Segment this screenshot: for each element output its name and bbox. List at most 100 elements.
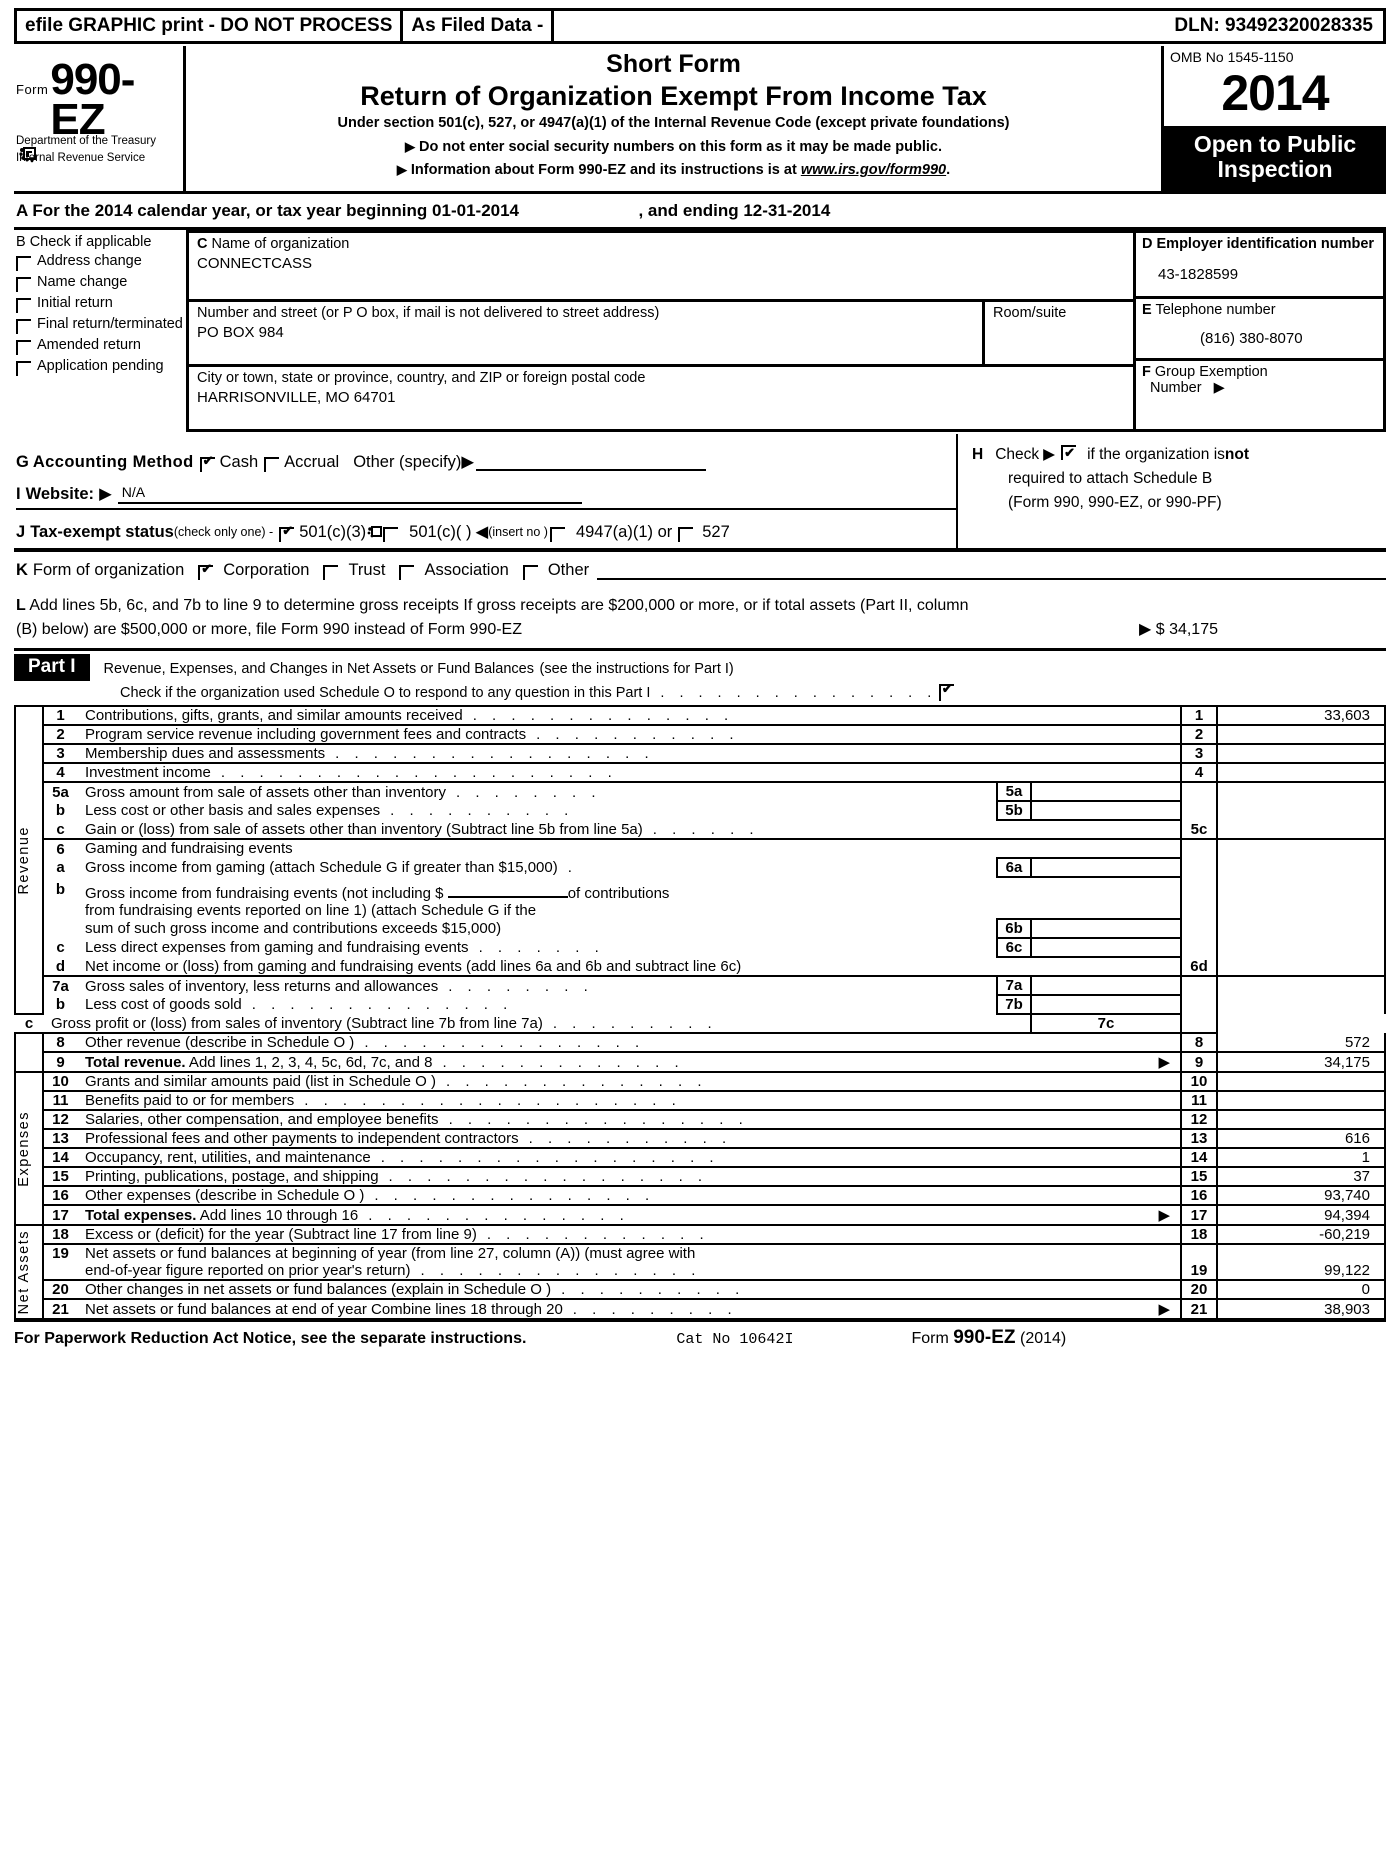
other-org-input[interactable] [597,562,1386,580]
telephone-label: Telephone number [1155,302,1276,318]
status-4947a1-checkbox[interactable] [549,526,565,542]
line-amount[interactable]: 37 [1217,1167,1386,1187]
line-amount[interactable] [1217,1110,1386,1130]
line-number: 3 [43,744,77,764]
line-description: Net assets or fund balances at beginning… [77,1244,1181,1262]
other-org-checkbox[interactable] [522,565,538,580]
line-amount[interactable]: 572 [1217,1033,1386,1053]
irs-website-link[interactable]: www.irs.gov/form990 [801,162,946,178]
line-description: Benefits paid to or for members . . . . … [77,1091,1181,1111]
section-l-letter: L [16,597,26,614]
association-checkbox[interactable] [399,565,415,580]
check-if-applicable-group: B Check if applicable Address change Nam… [14,230,186,432]
line-amount[interactable] [1217,763,1386,783]
line-number: 1 [43,706,77,726]
leader-dots: . . . . . . . . . . . . . . [472,707,734,724]
tax-year-line: A For the 2014 calendar year, or tax yea… [14,194,1386,230]
website-value[interactable]: N/A [117,484,582,504]
application-pending-checkbox[interactable] [16,361,31,376]
inline-amount[interactable] [1030,918,1182,939]
checkbox-row-initial-return[interactable]: Initial return [16,296,184,313]
gross-receipts-line-2: (B) below) are $500,000 or more, file Fo… [16,621,522,638]
inline-amount[interactable] [1030,800,1182,821]
address-change-checkbox[interactable] [16,256,31,271]
schedule-b-check-block: H Check ▶ if the organization is not req… [956,434,1386,548]
line-number: 17 [43,1205,77,1226]
schedule-b-checkbox[interactable] [1061,441,1077,465]
telephone-cell: E Telephone number (816) 380-8070 [1136,299,1383,361]
line-box-label: 1 [1180,706,1218,726]
status-527-checkbox[interactable] [678,526,694,542]
cash-checkbox[interactable] [199,453,215,472]
line-amount[interactable]: 93,740 [1217,1186,1386,1206]
line-number: 14 [43,1148,77,1168]
line-text: Excess or (deficit) for the year (Subtra… [85,1226,477,1243]
line-text: Gross income from fundraising events (no… [85,885,670,902]
status-501c3-checkbox[interactable] [279,523,295,542]
initial-return-checkbox[interactable] [16,298,31,313]
line-amount[interactable] [1181,1014,1218,1034]
line-description: Less cost of goods sold . . . . . . . . … [77,995,997,1014]
trust-checkbox[interactable] [323,565,339,580]
line-amount[interactable] [1217,744,1386,764]
line-amount[interactable]: 616 [1217,1129,1386,1149]
other-specify-input[interactable] [476,453,707,471]
website-label: Website: [25,485,95,503]
checkbox-row-amended-return[interactable]: Amended return [16,338,184,355]
leader-dots: . . . . . . . . . . [561,1281,745,1298]
line-amount[interactable] [1217,725,1386,745]
form-of-organization-row: K Form of organization Corporation Trust… [14,550,1386,587]
line-amount[interactable]: -60,219 [1217,1225,1386,1245]
line-text: Printing, publications, postage, and shi… [85,1168,379,1185]
schedule-o-text: Check if the organization used Schedule … [120,684,651,701]
status-501c-checkbox[interactable] [383,526,399,542]
line-amount[interactable]: 33,603 [1217,706,1386,726]
schedule-o-checkbox[interactable] [938,681,954,701]
table-row: Expenses 10 Grants and similar amounts p… [14,1072,1386,1226]
table-row: 14 Occupancy, rent, utilities, and maint… [15,1148,1386,1168]
bullet-line-1: ▶ Do not enter social security numbers o… [192,139,1155,155]
paperwork-reduction-notice: For Paperwork Reduction Act Notice, see … [14,1330,527,1347]
inline-amount[interactable] [1030,781,1182,802]
inline-amount[interactable] [1030,975,1182,996]
checkbox-row-application-pending[interactable]: Application pending [16,359,184,376]
department-line-1: Department of the Treasury [16,135,156,147]
checkbox-row-final-return[interactable]: Final return/terminated [16,317,184,334]
line-amount[interactable]: 0 [1217,1280,1386,1300]
line-amount[interactable] [1217,1072,1386,1092]
line-box-label: 9 [1180,1052,1218,1073]
corporation-checkbox[interactable] [198,561,214,580]
line-text: Net assets or fund balances at beginning… [85,1245,696,1262]
schedule-b-text-3: (Form 990, 990-EZ, or 990-PF) [1008,494,1222,511]
leader-dots: . . . . . . . . . . . . . . [445,1073,708,1090]
line-amount[interactable]: 94,394 [1217,1205,1386,1226]
line-amount[interactable]: 1 [1217,1148,1386,1168]
inline-eagle-icon [367,525,383,539]
amended-return-checkbox[interactable] [16,340,31,355]
line-description: from fundraising events reported on line… [77,902,997,919]
inline-box-label: 7a [996,975,1031,996]
checkbox-row-address-change[interactable]: Address change [16,254,184,271]
inline-amount[interactable] [1030,857,1182,878]
accrual-checkbox[interactable] [264,456,280,472]
line-amount[interactable]: 99,122 [1217,1262,1386,1281]
cash-label: Cash [219,452,259,471]
name-change-checkbox[interactable] [16,277,31,292]
line-amount[interactable]: 34,175 [1217,1052,1386,1073]
line-amount[interactable] [1217,1091,1386,1111]
line-number: 13 [43,1129,77,1149]
line-amount[interactable] [1217,820,1386,840]
association-label: Association [424,561,509,579]
line-amount[interactable]: 38,903 [1217,1299,1386,1320]
final-return-checkbox[interactable] [16,319,31,334]
line-amount[interactable] [1217,957,1386,977]
inline-amount[interactable] [1030,994,1182,1015]
schedule-o-check-row: Check if the organization used Schedule … [14,681,1386,705]
line-description: Total expenses. Add lines 10 through 16 … [77,1205,1181,1226]
schedule-b-not-word: not [1224,446,1250,463]
table-row: c Gain or (loss) from sale of assets oth… [15,820,1386,840]
checkbox-row-name-change[interactable]: Name change [16,275,184,292]
inline-amount[interactable] [1030,937,1182,958]
table-row: 5a Gross amount from sale of assets othe… [15,781,1386,802]
table-row: 4 Investment income . . . . . . . . . . … [15,763,1386,783]
